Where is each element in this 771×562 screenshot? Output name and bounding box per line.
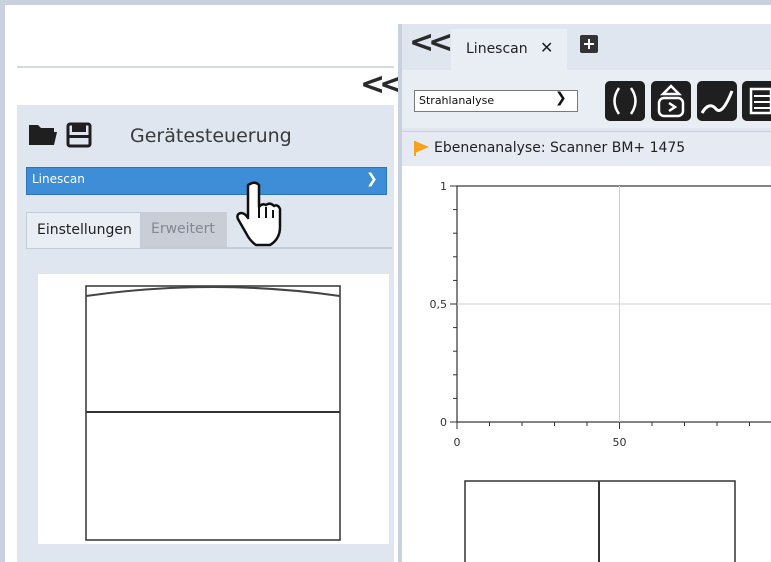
scan-preview	[85, 285, 341, 541]
x-tick-label: 0	[454, 436, 461, 449]
save-icon[interactable]	[66, 122, 92, 148]
tab-erweitert-label: Erweitert	[151, 221, 215, 237]
collapse-right-icon[interactable]: <<	[409, 28, 453, 58]
analysis-select-value: Strahlanalyse	[419, 94, 495, 107]
beam-width-icon[interactable]	[605, 81, 645, 121]
open-folder-icon[interactable]	[28, 122, 58, 146]
y-tick-label: 0	[440, 416, 447, 429]
chevron-down-icon[interactable]: ❯	[555, 90, 567, 106]
tab-einstellungen[interactable]: Einstellungen	[26, 212, 141, 248]
beam-profile-chart: 00,51050100	[430, 180, 771, 449]
curve-chart-icon[interactable]	[697, 81, 737, 121]
y-tick-label: 1	[440, 180, 447, 193]
tab-linescan-label: Linescan	[466, 41, 528, 57]
close-tab-icon[interactable]: ✕	[540, 38, 553, 57]
export-symbol-icon[interactable]	[651, 81, 691, 121]
left-panel-separator	[17, 66, 394, 68]
add-tab-icon[interactable]	[580, 35, 598, 53]
y-tick-label: 0,5	[430, 298, 448, 311]
chevron-down-icon[interactable]: ❯	[366, 171, 378, 187]
tab-einstellungen-label: Einstellungen	[37, 222, 132, 238]
tab-erweitert[interactable]: Erweitert	[141, 212, 227, 247]
analysis-title: Ebenenanalyse: Scanner BM+ 1475	[434, 140, 686, 156]
collapse-left-icon[interactable]: <<	[360, 70, 404, 100]
device-control-title: Gerätesteuerung	[130, 125, 292, 147]
hand-cursor-icon	[236, 181, 282, 247]
list-icon[interactable]	[742, 81, 771, 121]
x-tick-label: 50	[613, 436, 627, 449]
flag-icon	[414, 141, 429, 156]
mode-select-value: Linescan	[32, 172, 85, 186]
cross-section-preview	[464, 480, 736, 562]
